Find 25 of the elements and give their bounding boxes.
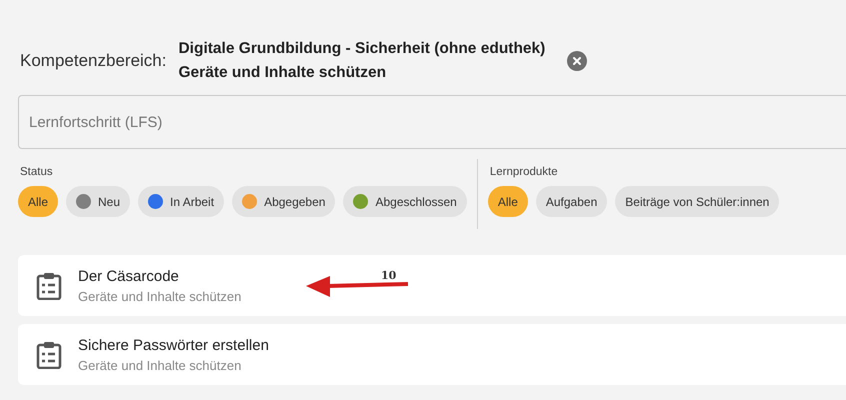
- filter-label: Status: [20, 165, 53, 180]
- filter-chip[interactable]: Aufgaben: [536, 186, 608, 218]
- filter-chip[interactable]: Beiträge von Schüler:innen: [615, 186, 780, 218]
- filter-chip[interactable]: Abgegeben: [232, 186, 336, 218]
- task-subtitle: Geräte und Inhalte schützen: [78, 356, 242, 374]
- filter-label: Lernprodukte: [490, 165, 558, 180]
- task-subtitle: Geräte und Inhalte schützen: [78, 288, 242, 306]
- competence-title: Digitale Grundbildung - Sicherheit (ohne eduthek): [178, 39, 546, 59]
- filter-chip[interactable]: Alle: [18, 186, 58, 218]
- clipboard-icon: [36, 340, 62, 369]
- close-icon: [572, 56, 582, 66]
- task-card[interactable]: Sichere Passwörter erstellen Geräte und Inhalte schützen: [18, 324, 846, 386]
- search-field[interactable]: Lernfortschritt (LFS): [18, 95, 846, 149]
- filter-chip[interactable]: In Arbeit: [138, 186, 224, 218]
- task-card[interactable]: Der Cäsarcode Geräte und Inhalte schützen 10: [18, 255, 846, 316]
- annotation-number: 10: [381, 268, 396, 284]
- competence-label: Kompetenzbereich:: [19, 50, 166, 72]
- filter-chip[interactable]: Neu: [66, 186, 130, 218]
- filter-chip[interactable]: Abgeschlossen: [343, 186, 467, 218]
- clipboard-icon: [36, 272, 62, 300]
- clear-button[interactable]: [567, 51, 588, 71]
- filter-chip[interactable]: Alle: [488, 186, 528, 218]
- task-title: Der Cäsarcode: [78, 266, 180, 286]
- task-title: Sichere Passwörter erstellen: [78, 336, 269, 356]
- competence-title: Geräte und Inhalte schützen: [178, 63, 388, 83]
